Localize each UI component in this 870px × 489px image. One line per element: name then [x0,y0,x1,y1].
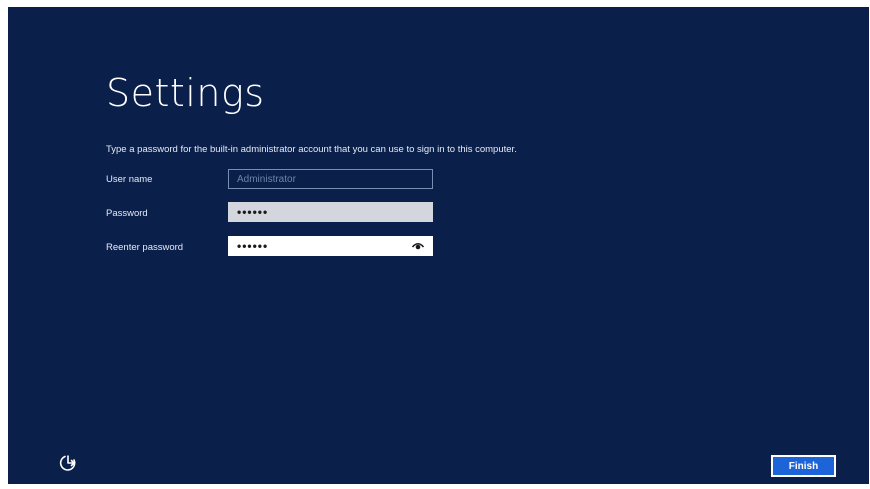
username-label: User name [106,174,153,185]
ease-of-access-icon[interactable] [59,453,79,473]
instruction-text: Type a password for the built-in adminis… [106,144,517,155]
username-placeholder: Administrator [237,173,296,185]
reenter-password-masked-value: •••••• [237,239,269,253]
password-label: Password [106,208,148,219]
reenter-password-label: Reenter password [106,242,184,253]
reenter-password-field[interactable]: •••••• [228,236,433,256]
password-masked-value: •••••• [237,205,269,219]
setup-screen: Settings Type a password for the built-i… [8,7,869,484]
username-field[interactable]: Administrator [228,169,433,189]
finish-button[interactable]: Finish [771,455,836,477]
password-field[interactable]: •••••• [228,202,433,222]
reveal-password-eye-icon[interactable] [412,241,424,251]
page-title: Settings [106,71,265,115]
